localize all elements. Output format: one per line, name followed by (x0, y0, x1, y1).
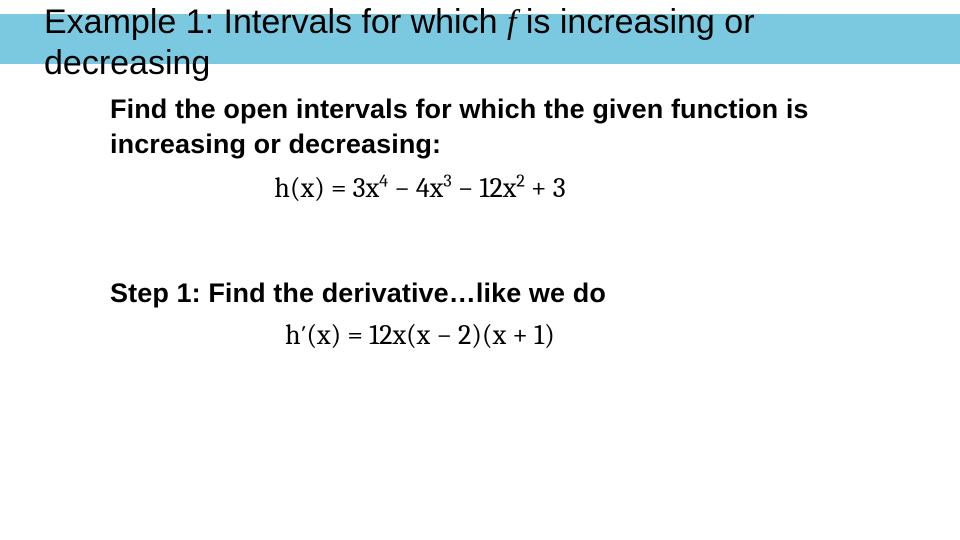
fn-exp1: 3 (443, 171, 451, 192)
equals-sign: = (331, 172, 353, 204)
fn-lhs: h(x) (274, 172, 324, 204)
slide-title: Example 1: Intervals for which f is incr… (44, 2, 924, 83)
fn-term0: 3x (353, 172, 379, 204)
problem-prompt: Find the open intervals for which the gi… (110, 92, 830, 162)
title-prefix: Example 1: Intervals for which (44, 3, 507, 41)
fn-exp2: 2 (516, 171, 525, 192)
fn-term2: − 12x (452, 172, 517, 204)
fn-exp0: 4 (379, 171, 388, 192)
title-italic-f: f (507, 4, 516, 41)
step-1-label: Step 1: Find the derivative…like we do (110, 278, 830, 309)
function-equation: h(x) = 3x4 − 4x3 − 12x2 + 3 (140, 168, 700, 208)
content-area: Find the open intervals for which the gi… (110, 92, 830, 355)
derivative-equation: h′(x) = 12x(x − 2)(x + 1) (140, 315, 700, 355)
fn-term1: − 4x (388, 172, 443, 204)
step-1: Step 1: Find the derivative…like we do h… (110, 278, 830, 355)
equals-sign-2: = (347, 319, 369, 351)
slide-stage: Example 1: Intervals for which f is incr… (0, 0, 960, 540)
fn-term3: + 3 (525, 172, 566, 204)
deriv-lhs: h′(x) (285, 319, 341, 351)
deriv-rhs: 12x(x − 2)(x + 1) (369, 319, 555, 351)
